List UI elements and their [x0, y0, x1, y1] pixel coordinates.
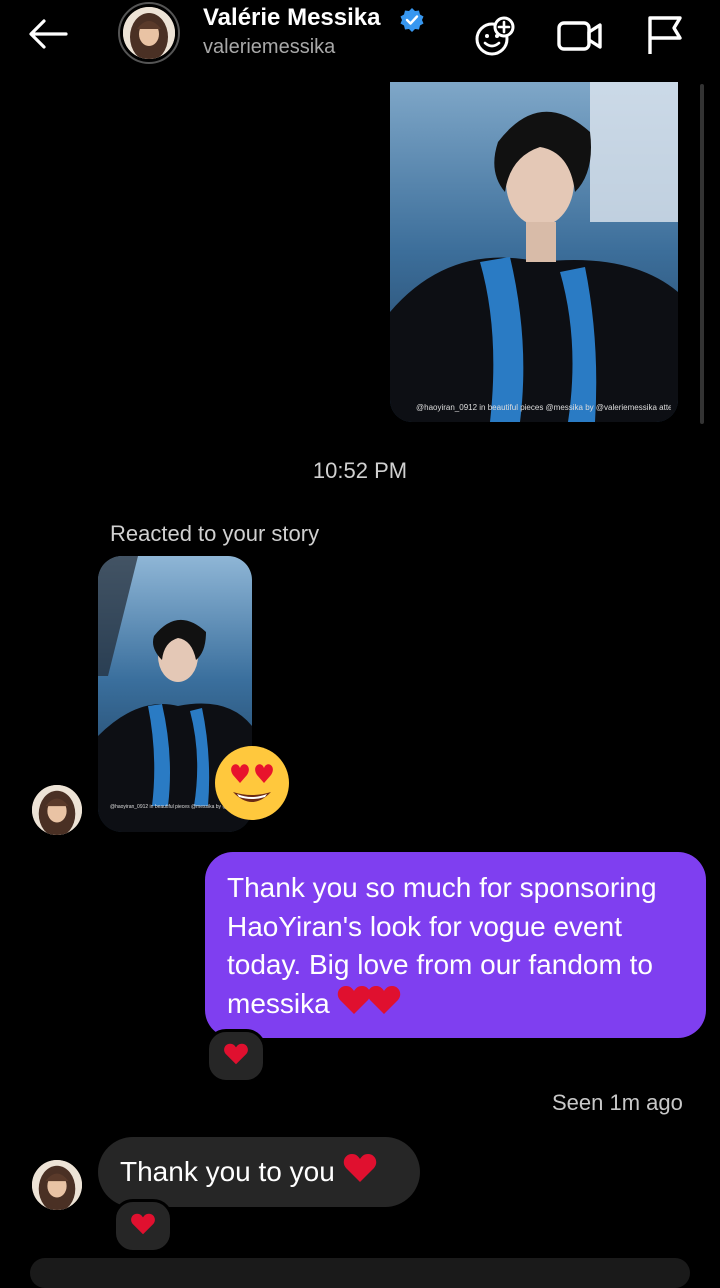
sticker-icon[interactable] — [472, 12, 520, 60]
reacted-to-story-label: Reacted to your story — [110, 521, 320, 546]
shared-story-caption: @haoyiran_0912 in beautiful pieces @mess… — [416, 403, 671, 412]
shared-story-image[interactable] — [390, 82, 678, 422]
contact-name[interactable]: Valérie Messika — [203, 4, 380, 32]
heart-eyes-emoji — [213, 744, 291, 822]
heart-emoji-icon — [343, 1139, 377, 1209]
message-reaction[interactable] — [113, 1199, 173, 1253]
outgoing-message-bubble[interactable]: Thank you so much for sponsoring HaoYira… — [205, 852, 706, 1038]
verified-badge-icon — [399, 7, 425, 33]
message-composer[interactable] — [30, 1258, 690, 1288]
contact-avatar[interactable] — [32, 785, 82, 835]
heart-icon — [130, 1213, 156, 1240]
video-call-icon[interactable] — [556, 12, 604, 60]
contact-username: valeriemessika — [203, 36, 336, 58]
incoming-message-bubble[interactable]: Thank you to you — [98, 1137, 420, 1207]
flag-icon[interactable] — [642, 12, 690, 60]
heart-icon — [223, 1043, 249, 1070]
outgoing-message-text: Thank you so much for sponsoring HaoYira… — [227, 872, 657, 1019]
heart-emoji-icon — [367, 985, 401, 1026]
heart-emoji-icon — [337, 985, 371, 1026]
scrollbar[interactable] — [700, 84, 704, 424]
profile-avatar[interactable] — [118, 2, 180, 64]
message-reaction[interactable] — [206, 1029, 266, 1083]
incoming-message-text: Thank you to you — [120, 1156, 335, 1187]
chat-header: Valérie Messika valeriemessika — [0, 0, 720, 80]
message-timestamp: 10:52 PM — [312, 458, 408, 483]
seen-status: Seen 1m ago — [552, 1090, 683, 1115]
contact-avatar[interactable] — [32, 1160, 82, 1210]
back-arrow-icon[interactable] — [22, 14, 70, 54]
